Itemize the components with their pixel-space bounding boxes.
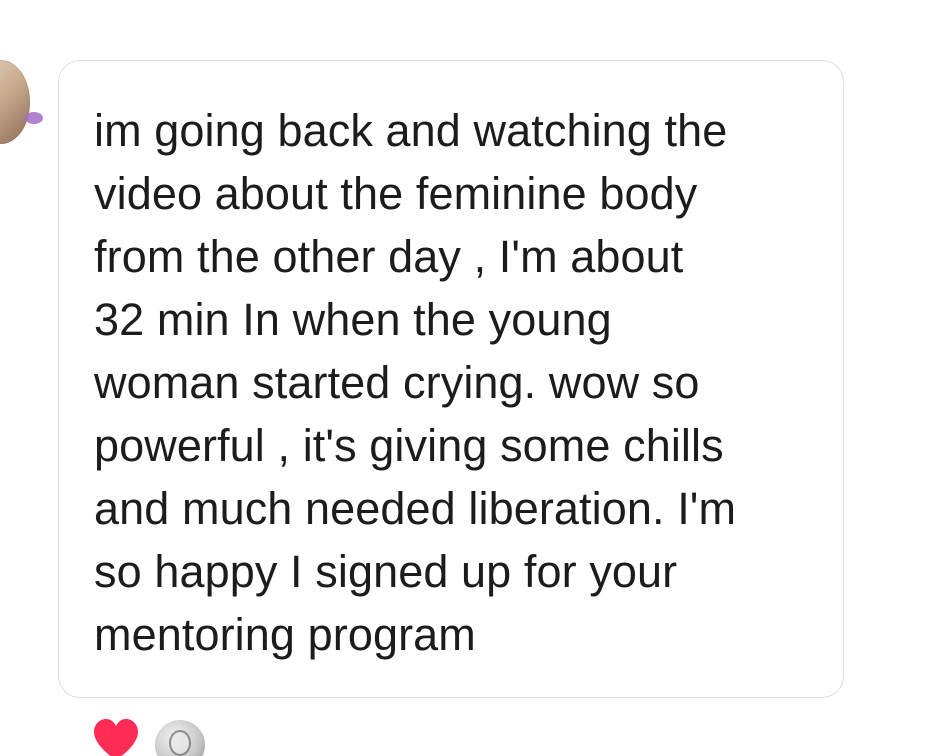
avatar-decoration [25, 112, 43, 124]
heart-shape [94, 719, 138, 756]
message-line: from the other day , I'm about [94, 231, 684, 282]
message-bubble[interactable]: im going back and watching the video abo… [58, 60, 844, 698]
message-line: 32 min In when the young [94, 294, 612, 345]
sender-avatar[interactable] [0, 60, 30, 144]
heart-icon[interactable] [92, 718, 140, 756]
reactor-avatar-face [169, 730, 191, 756]
message-line: mentoring program [94, 609, 476, 660]
message-text: im going back and watching the video abo… [94, 99, 834, 666]
message-line: woman started crying. wow so [94, 357, 700, 408]
message-line: and much needed liberation. I'm [94, 483, 737, 534]
message-line: powerful , it's giving some chills [94, 420, 724, 471]
message-line: so happy I signed up for your [94, 546, 678, 597]
message-line: im going back and watching the [94, 105, 728, 156]
message-line: video about the feminine body [94, 168, 698, 219]
